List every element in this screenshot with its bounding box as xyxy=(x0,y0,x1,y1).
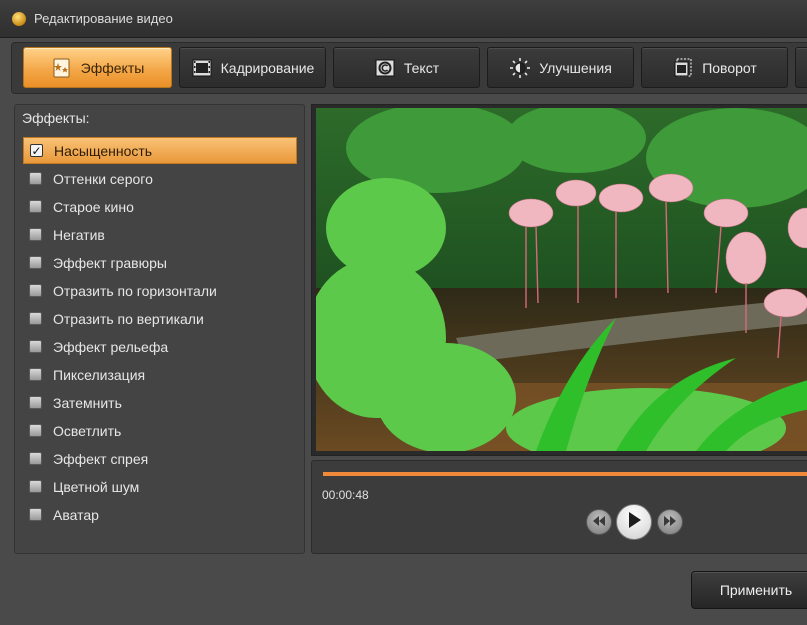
checkbox[interactable] xyxy=(29,172,42,185)
effect-label: Эффект спрея xyxy=(53,450,149,467)
tab-label: Кадрирование xyxy=(220,59,315,76)
effect-item-color-noise[interactable]: Цветной шум xyxy=(23,473,297,500)
effect-label: Негатив xyxy=(53,226,105,243)
progress-bar[interactable] xyxy=(323,472,807,476)
effect-label: Отразить по горизонтали xyxy=(53,282,217,299)
effect-item-pixelate[interactable]: Пикселизация xyxy=(23,361,297,388)
effect-item-saturation[interactable]: ✓ Насыщенность xyxy=(23,137,297,164)
effect-label: Старое кино xyxy=(53,198,134,215)
progress-fill xyxy=(323,472,807,476)
effect-item-flip-horizontal[interactable]: Отразить по горизонтали xyxy=(23,277,297,304)
checkbox[interactable] xyxy=(29,452,42,465)
tab-effects[interactable]: Эффекты xyxy=(23,47,172,88)
checkbox[interactable]: ✓ xyxy=(30,144,43,157)
checkbox[interactable] xyxy=(29,284,42,297)
effect-label: Аватар xyxy=(53,506,99,523)
tab-label: Поворот xyxy=(702,59,757,76)
checkbox[interactable] xyxy=(29,340,42,353)
checkbox[interactable] xyxy=(29,424,42,437)
checkbox[interactable] xyxy=(29,508,42,521)
effect-label: Осветлить xyxy=(53,422,122,439)
effect-label: Цветной шум xyxy=(53,478,140,495)
tab-label: Улучшения xyxy=(539,59,612,76)
skip-forward-icon xyxy=(663,513,677,531)
checkbox[interactable] xyxy=(29,396,42,409)
effect-label: Насыщенность xyxy=(54,142,153,159)
play-button[interactable] xyxy=(616,504,652,540)
video-frame-image xyxy=(316,108,807,451)
play-icon xyxy=(627,511,641,533)
checkbox[interactable] xyxy=(29,480,42,493)
tab-rotate[interactable]: Поворот xyxy=(641,47,788,88)
effect-label: Отразить по вертикали xyxy=(53,310,204,327)
video-preview[interactable] xyxy=(316,108,807,451)
effect-item-darken[interactable]: Затемнить xyxy=(23,389,297,416)
tab-text[interactable]: Текст xyxy=(333,47,480,88)
effect-label: Пикселизация xyxy=(53,366,146,383)
effect-item-lighten[interactable]: Осветлить xyxy=(23,417,297,444)
effect-label: Эффект гравюры xyxy=(53,254,167,271)
app-logo-icon xyxy=(12,11,26,26)
effect-item-avatar[interactable]: Аватар xyxy=(23,501,297,528)
title-bar: Редактирование видео xyxy=(0,0,807,38)
tab-label: Текст xyxy=(403,59,440,76)
effect-item-emboss[interactable]: Эффект рельефа xyxy=(23,333,297,360)
skip-back-icon xyxy=(592,513,606,531)
tab-enhancements[interactable]: Улучшения xyxy=(487,47,634,88)
effect-item-flip-vertical[interactable]: Отразить по вертикали xyxy=(23,305,297,332)
effect-item-grayscale[interactable]: Оттенки серого xyxy=(23,165,297,192)
effect-item-old-film[interactable]: Старое кино xyxy=(23,193,297,220)
checkbox[interactable] xyxy=(29,368,42,381)
tab-more[interactable] xyxy=(795,47,807,88)
tab-crop[interactable]: Кадрирование xyxy=(179,47,326,88)
checkbox[interactable] xyxy=(29,312,42,325)
effects-header: Эффекты: xyxy=(22,110,90,126)
window-title: Редактирование видео xyxy=(34,11,173,26)
checkbox[interactable] xyxy=(29,200,42,213)
effect-label: Затемнить xyxy=(53,394,122,411)
skip-forward-button[interactable] xyxy=(657,509,683,535)
effect-item-negative[interactable]: Негатив xyxy=(23,221,297,248)
skip-back-button[interactable] xyxy=(586,509,612,535)
checkbox[interactable] xyxy=(29,228,42,241)
effect-item-spray[interactable]: Эффект спрея xyxy=(23,445,297,472)
effects-icon xyxy=(51,57,73,79)
apply-button[interactable]: Применить xyxy=(691,571,807,609)
text-icon xyxy=(374,57,396,79)
rotate-icon xyxy=(672,57,694,79)
sun-brightness-icon xyxy=(509,57,531,79)
tab-label: Эффекты xyxy=(80,59,145,76)
effect-label: Эффект рельефа xyxy=(53,338,169,355)
effect-label: Оттенки серого xyxy=(53,170,153,187)
crop-film-icon xyxy=(191,57,213,79)
effect-item-engraving[interactable]: Эффект гравюры xyxy=(23,249,297,276)
timecode: 00:00:48 xyxy=(322,488,369,502)
checkbox[interactable] xyxy=(29,256,42,269)
